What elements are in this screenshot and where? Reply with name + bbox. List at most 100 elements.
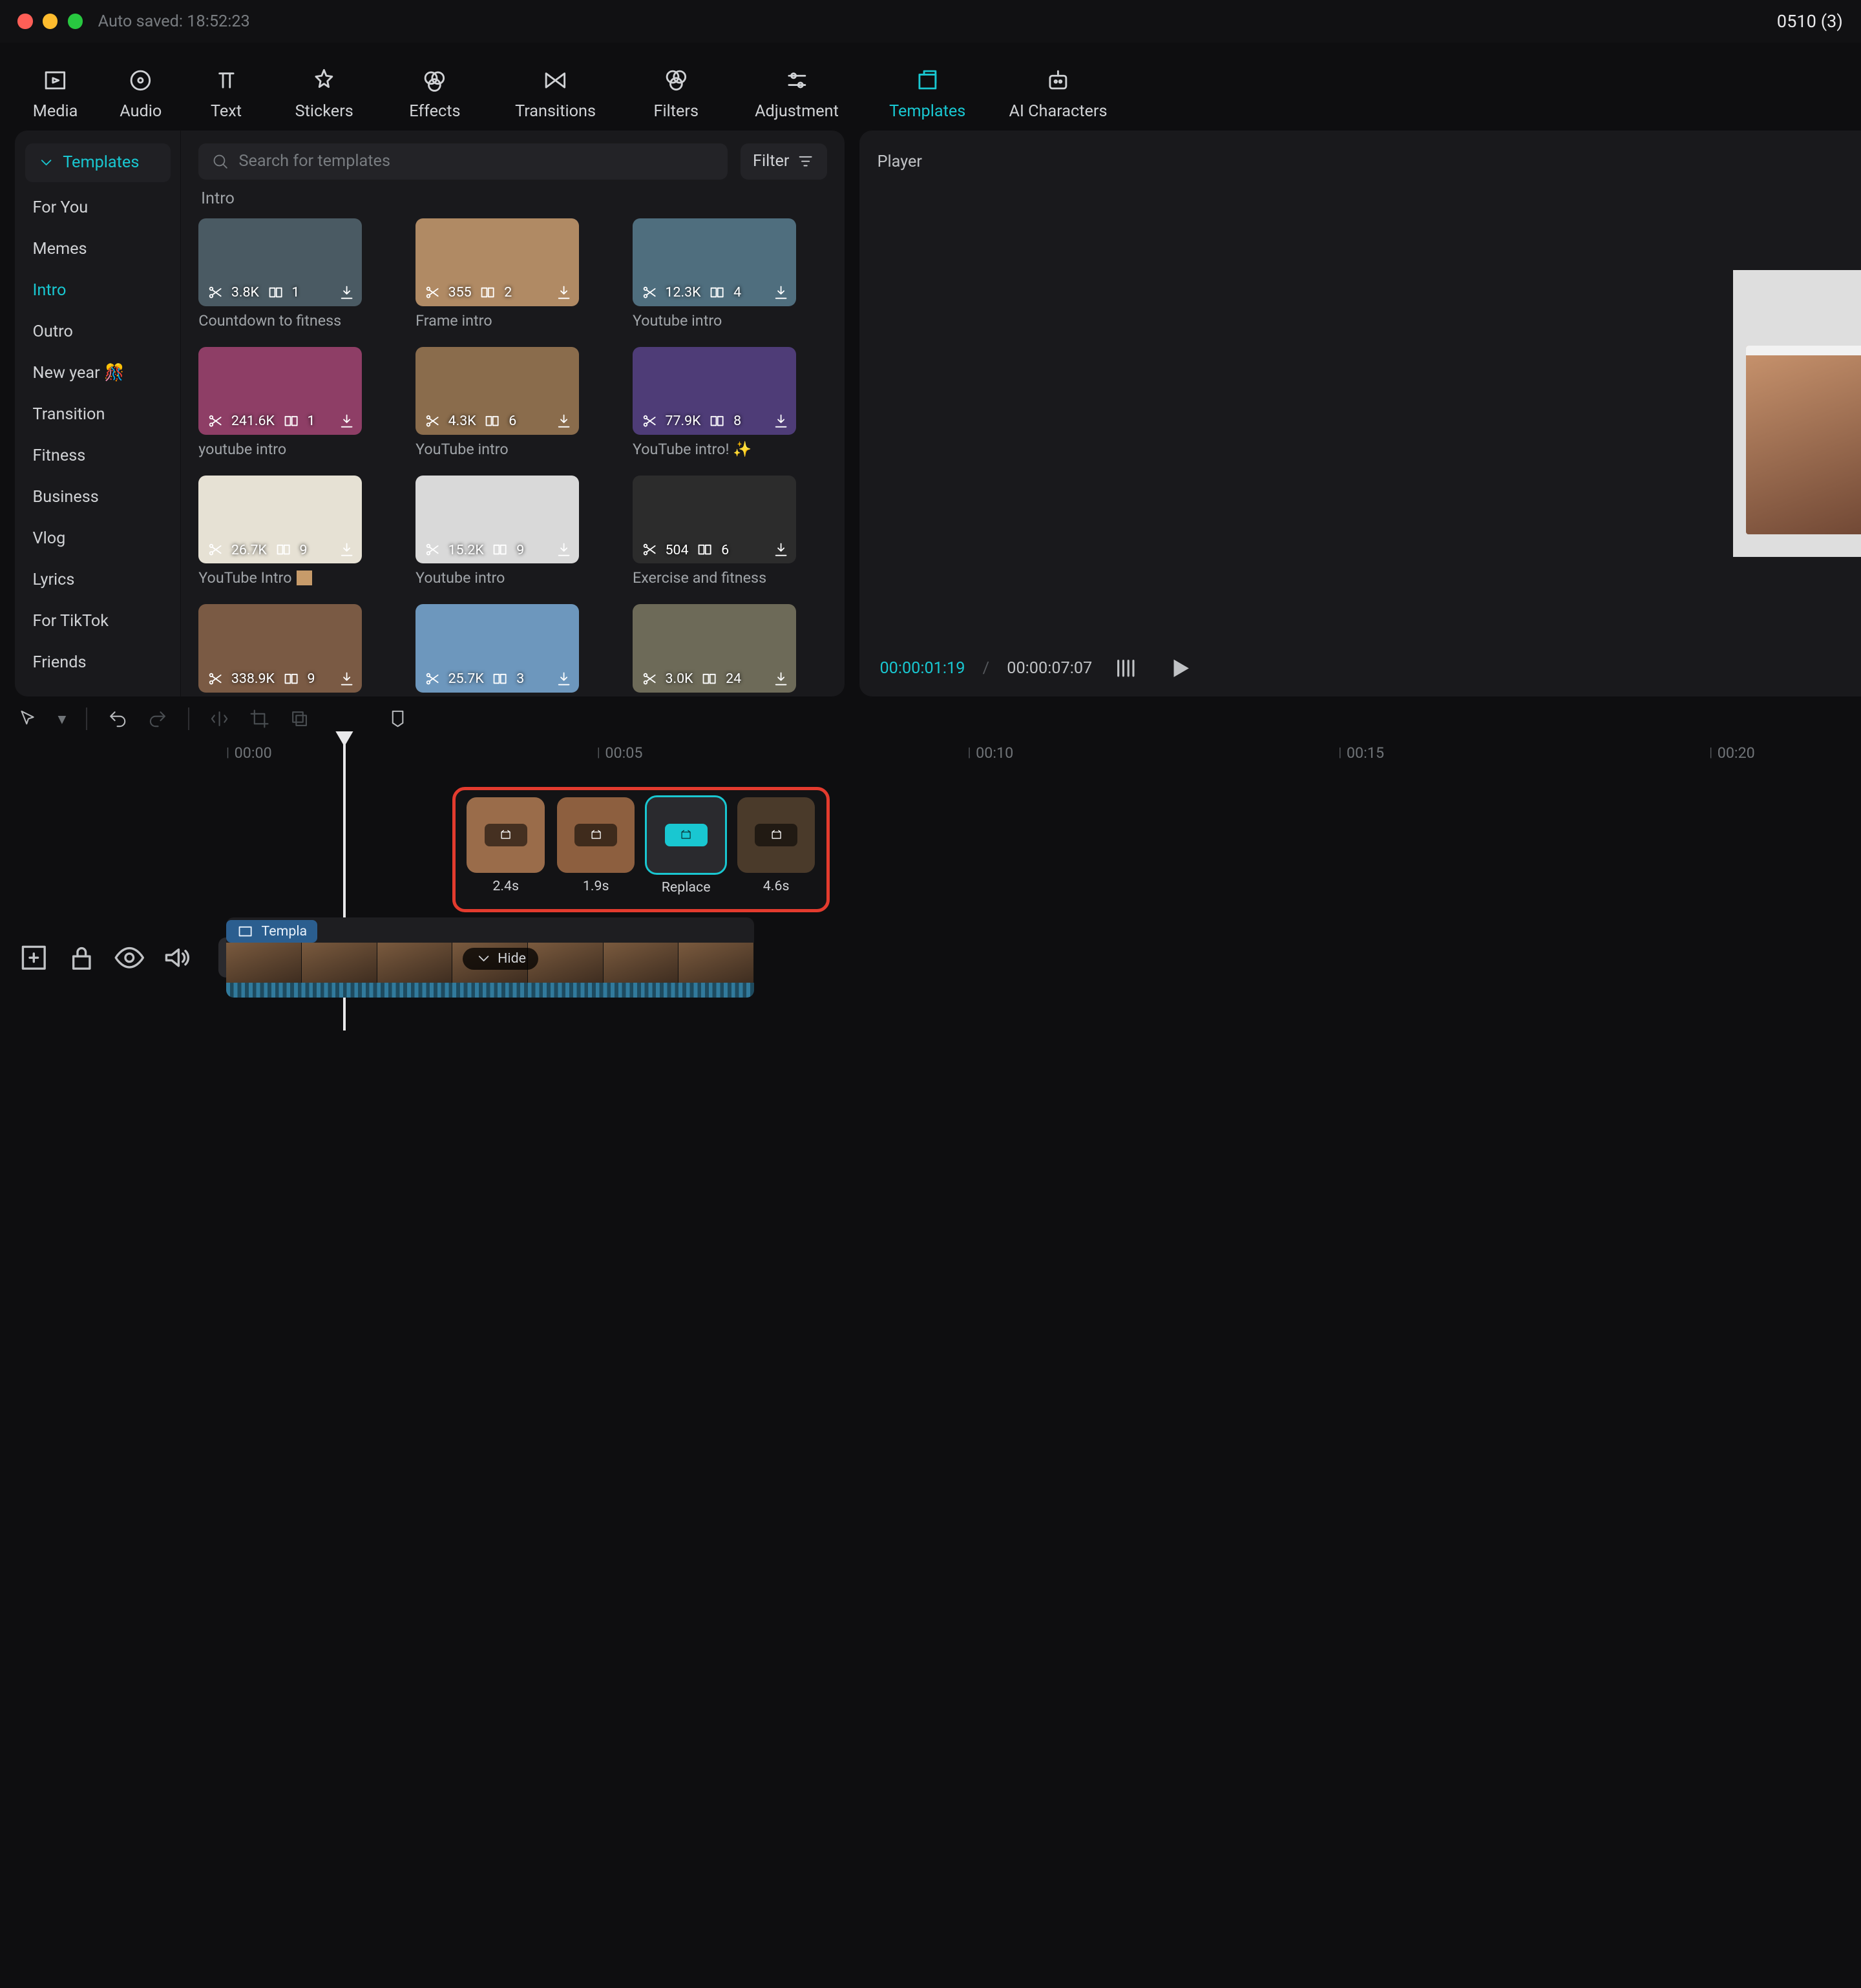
template-thumb[interactable]: 15.2K9 bbox=[415, 476, 579, 563]
template-card[interactable]: 3.8K1Countdown to fitness bbox=[198, 218, 393, 330]
replace-slot-icon[interactable] bbox=[665, 824, 708, 846]
template-track[interactable]: Templa Hide bbox=[226, 917, 754, 998]
template-card[interactable]: 3552Frame intro bbox=[415, 218, 610, 330]
sidebar-item-for-tiktok[interactable]: For TikTok bbox=[15, 601, 180, 642]
sidebar-item-intro[interactable]: Intro bbox=[15, 270, 180, 311]
preview-canvas[interactable] bbox=[878, 181, 1861, 646]
replace-slot-icon[interactable] bbox=[755, 824, 797, 846]
template-card[interactable]: 5046 Exercise and fitness bbox=[633, 476, 827, 587]
undo-button[interactable] bbox=[107, 709, 127, 729]
copy-button[interactable] bbox=[289, 709, 310, 729]
download-icon[interactable] bbox=[772, 284, 790, 301]
tab-adjustment[interactable]: Adjustment bbox=[734, 67, 860, 131]
download-icon[interactable] bbox=[772, 412, 790, 430]
ai-icon bbox=[1044, 67, 1072, 94]
template-card[interactable]: 25.7K3 bbox=[415, 604, 610, 696]
sidebar-item-new-year-[interactable]: New year 🎊 bbox=[15, 353, 180, 394]
template-card[interactable]: 26.7K9YouTube Intro bbox=[198, 476, 393, 587]
template-search[interactable]: Search for templates bbox=[198, 143, 728, 180]
document-title: 0510 (3) bbox=[1777, 11, 1843, 32]
tab-filters[interactable]: Filters bbox=[624, 67, 729, 131]
sidebar-item-fitness[interactable]: Fitness bbox=[15, 435, 180, 477]
replace-slot-icon[interactable] bbox=[485, 824, 527, 846]
tab-stickers[interactable]: Stickers bbox=[271, 67, 377, 131]
sidebar-item-vlog[interactable]: Vlog bbox=[15, 518, 180, 560]
template-card[interactable]: 12.3K4Youtube intro bbox=[633, 218, 827, 330]
marker-button[interactable] bbox=[388, 709, 408, 729]
sidebar-header[interactable]: Templates bbox=[25, 143, 171, 182]
scissors-icon bbox=[640, 541, 658, 558]
template-slot[interactable]: Replace1.03 bbox=[646, 797, 726, 901]
template-card[interactable]: 77.9K8YouTube intro! ✨ bbox=[633, 347, 827, 458]
template-thumb[interactable]: 338.9K9 bbox=[198, 604, 362, 692]
download-icon[interactable] bbox=[338, 541, 355, 558]
track-add-icon[interactable] bbox=[17, 941, 50, 974]
tab-media[interactable]: Media bbox=[15, 67, 95, 131]
preview-photo-1 bbox=[1746, 346, 1861, 534]
track-lock-icon[interactable] bbox=[65, 941, 98, 974]
frame-step-icon[interactable] bbox=[1109, 653, 1144, 684]
tab-effects[interactable]: Effects bbox=[382, 67, 487, 131]
sidebar-item-memes[interactable]: Memes bbox=[15, 229, 180, 270]
template-card[interactable]: 241.6K1youtube intro bbox=[198, 347, 393, 458]
track-mute-icon[interactable] bbox=[161, 941, 194, 974]
download-icon[interactable] bbox=[338, 284, 355, 301]
hide-template-pill[interactable]: Hide bbox=[463, 948, 539, 970]
template-thumb[interactable]: 4.3K6 bbox=[415, 347, 579, 435]
template-thumb[interactable]: 241.6K1 bbox=[198, 347, 362, 435]
download-icon[interactable] bbox=[555, 412, 573, 430]
download-icon[interactable] bbox=[555, 670, 573, 687]
template-card[interactable]: 4.3K6YouTube intro bbox=[415, 347, 610, 458]
template-card[interactable]: 3.0K24 bbox=[633, 604, 827, 696]
redo-button[interactable] bbox=[148, 709, 168, 729]
tab-ai[interactable]: AI Characters bbox=[995, 67, 1121, 131]
template-card[interactable]: 338.9K9 bbox=[198, 604, 393, 696]
tab-transitions[interactable]: Transitions bbox=[492, 67, 618, 131]
download-icon[interactable] bbox=[772, 541, 790, 558]
template-name: Exercise and fitness bbox=[633, 569, 827, 587]
template-thumb[interactable]: 3552 bbox=[415, 218, 579, 306]
sidebar-item-lyrics[interactable]: Lyrics bbox=[15, 560, 180, 601]
split-button[interactable] bbox=[209, 709, 229, 729]
template-thumb[interactable]: 3.0K24 bbox=[633, 604, 796, 692]
template-thumb[interactable]: 25.7K3 bbox=[415, 604, 579, 692]
tab-text[interactable]: Text bbox=[186, 67, 266, 131]
macos-traffic-lights[interactable] bbox=[17, 14, 83, 28]
time-ruler[interactable]: 00:0000:0500:1000:1500:20 bbox=[151, 742, 1861, 769]
play-button[interactable] bbox=[1162, 653, 1197, 684]
slot-thumb[interactable] bbox=[467, 797, 545, 873]
template-thumb[interactable]: 77.9K8 bbox=[633, 347, 796, 435]
sidebar-item-business[interactable]: Business bbox=[15, 477, 180, 518]
template-thumb[interactable]: 5046 bbox=[633, 476, 796, 563]
download-icon[interactable] bbox=[338, 412, 355, 430]
parts-icon bbox=[491, 670, 509, 687]
slot-thumb[interactable] bbox=[737, 797, 815, 873]
template-card[interactable]: 15.2K9 Youtube intro bbox=[415, 476, 610, 587]
slot-thumb[interactable]: Replace bbox=[647, 797, 725, 873]
download-icon[interactable] bbox=[338, 670, 355, 687]
tab-audio[interactable]: Audio bbox=[101, 67, 181, 131]
replace-slot-icon[interactable] bbox=[574, 824, 617, 846]
crop-button[interactable] bbox=[249, 709, 269, 729]
download-icon[interactable] bbox=[772, 670, 790, 687]
template-thumb[interactable]: 3.8K1 bbox=[198, 218, 362, 306]
sidebar-item-friends[interactable]: Friends bbox=[15, 642, 180, 684]
download-icon[interactable] bbox=[555, 284, 573, 301]
sidebar-item-outro[interactable]: Outro bbox=[15, 311, 180, 353]
template-thumb[interactable]: 12.3K4 bbox=[633, 218, 796, 306]
slot-thumb[interactable] bbox=[557, 797, 635, 873]
template-name: Youtube intro bbox=[415, 569, 610, 587]
template-slot[interactable]: 4.6s bbox=[736, 797, 816, 901]
cursor-tool-chevron[interactable]: ▾ bbox=[58, 709, 66, 729]
filter-button[interactable]: Filter bbox=[741, 143, 827, 180]
sidebar-item-transition[interactable]: Transition bbox=[15, 394, 180, 435]
template-slot[interactable]: 2.4s bbox=[466, 797, 546, 901]
template-thumb[interactable]: 26.7K9 bbox=[198, 476, 362, 563]
tab-templates[interactable]: Templates bbox=[865, 67, 991, 131]
timeline[interactable]: 00:0000:0500:1000:1500:20 2.4s1.9sReplac… bbox=[0, 742, 1861, 1031]
cursor-tool[interactable] bbox=[17, 709, 37, 729]
download-icon[interactable] bbox=[555, 541, 573, 558]
template-slot[interactable]: 1.9s bbox=[556, 797, 636, 901]
sidebar-item-for-you[interactable]: For You bbox=[15, 187, 180, 229]
track-visible-icon[interactable] bbox=[113, 941, 146, 974]
